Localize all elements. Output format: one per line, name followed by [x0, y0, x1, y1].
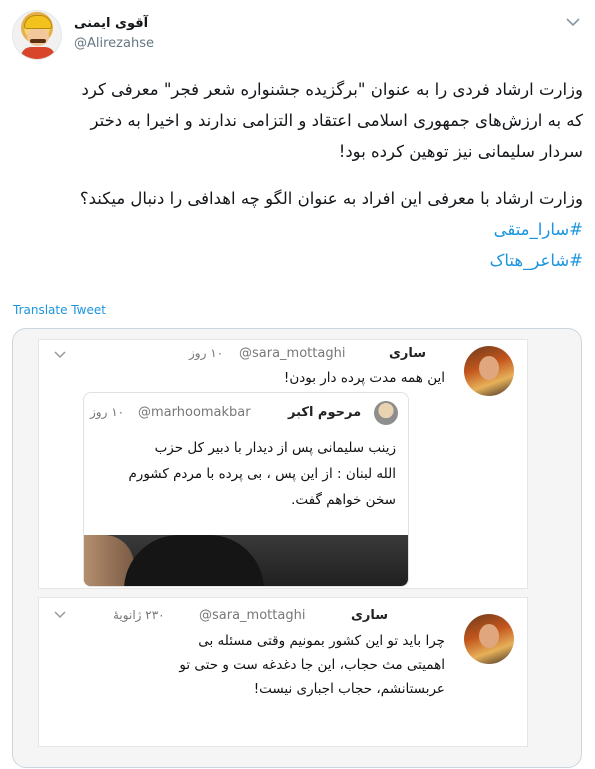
post-text: این همه مدت پرده دار بودن! [283, 370, 445, 386]
author-handle[interactable]: @Alirezahse [74, 36, 154, 51]
quoted-image [84, 535, 408, 586]
translate-tweet-link[interactable]: Translate Tweet [13, 303, 106, 317]
post-time: ۱۰ روز [189, 346, 224, 360]
quote-author-name: مرحوم اکبر [288, 405, 362, 420]
tweet-line: سردار سلیمانی نیز توهین کرده بود! [338, 142, 583, 161]
author-avatar[interactable] [12, 10, 62, 60]
tweet-header: آقوی ایمنی @Alirezahse [0, 0, 595, 70]
tweet-line: وزارت ارشاد با معرفی این افراد به عنوان … [79, 189, 583, 208]
chevron-down-icon [54, 611, 66, 619]
screenshot-post-1: ۱۰ روز @sara_mottaghi ساری این همه مدت پ… [38, 339, 528, 589]
quote-line: الله لبنان : از این پس ، بی پرده با مردم… [128, 466, 396, 482]
tweet-line: که به ارزش‌های جمهوری اسلامی اعتقاد و ال… [90, 111, 584, 130]
author-display-name[interactable]: آقوی ایمنی [74, 16, 148, 31]
avatar [374, 401, 398, 425]
tweet-line: وزارت ارشاد فردی را به عنوان "برگزیده جش… [81, 80, 584, 99]
post-author-name: ساری [389, 346, 427, 361]
quote-line: زینب سلیمانی پس از دیدار با دبیر کل حزب [154, 440, 396, 456]
avatar [464, 614, 514, 664]
quoted-post: ۱۰ روز @marhoomakbar مرحوم اکبر زینب سلی… [83, 392, 409, 587]
hashtag-link[interactable]: #شاعر_هتاک [12, 245, 583, 276]
chevron-down-icon [54, 351, 66, 359]
screenshot-post-2: ۲۳۰ ژانویهٔ @sara_mottaghi ساری چرا باید… [38, 597, 528, 747]
post-line: عربستانشم، حجاب اجباری نیست! [253, 681, 445, 697]
post-handle: @sara_mottaghi [199, 608, 306, 623]
quote-line: سخن خواهم گفت. [291, 492, 396, 508]
post-line: اهمیتی مث حجاب، این جا دغدغه ست و حتی تو [179, 657, 445, 673]
hashtag-link[interactable]: #سارا_متقی [12, 214, 583, 245]
post-time: ۲۳۰ ژانویهٔ [113, 608, 165, 622]
tweet-text: وزارت ارشاد فردی را به عنوان "برگزیده جش… [12, 74, 583, 276]
tweet-media[interactable]: ۱۰ روز @sara_mottaghi ساری این همه مدت پ… [12, 328, 582, 768]
post-handle: @sara_mottaghi [239, 346, 346, 361]
post-line: چرا باید تو این کشور بمونیم وقتی مسئله ب… [198, 633, 445, 649]
chevron-down-icon[interactable] [565, 16, 581, 28]
quote-handle: @marhoomakbar [138, 405, 251, 420]
avatar [464, 346, 514, 396]
quote-time: ۱۰ روز [90, 405, 125, 419]
post-author-name: ساری [351, 608, 389, 623]
